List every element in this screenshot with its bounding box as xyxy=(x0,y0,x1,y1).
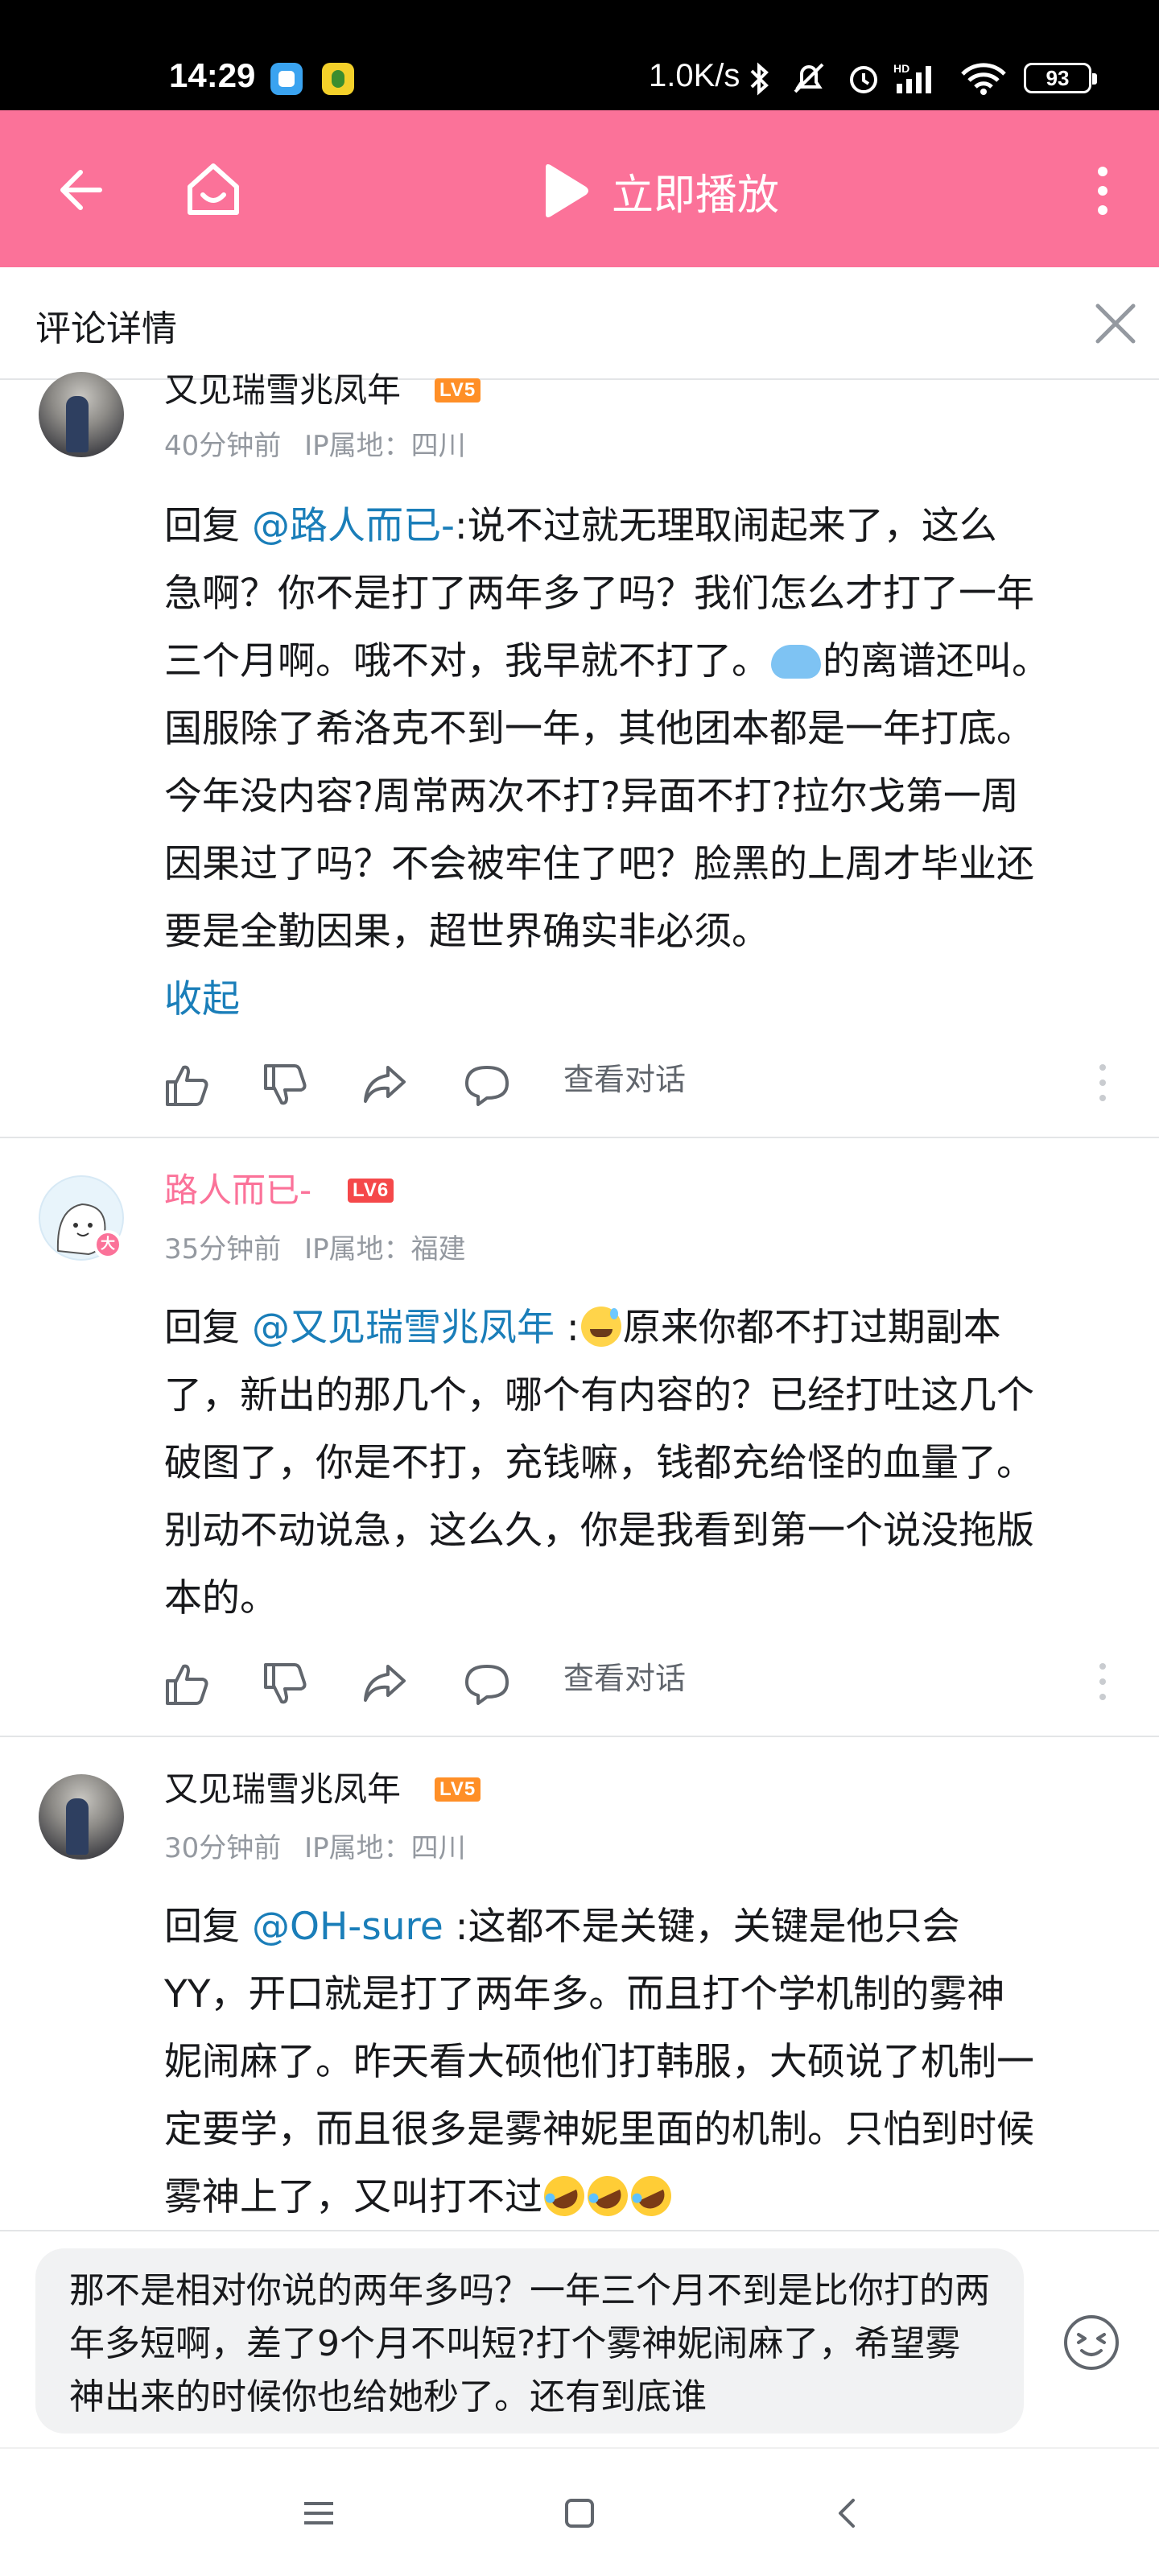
menu-nav-icon[interactable] xyxy=(301,2499,336,2528)
comment-actions: 查看对话 xyxy=(164,1055,1130,1111)
comment-meta: 40分钟前 IP属地：四川 xyxy=(164,428,466,464)
rofl-emoji-icon xyxy=(580,2169,635,2223)
view-conversation-link[interactable]: 查看对话 xyxy=(563,1658,686,1699)
comment-time: 40分钟前 xyxy=(164,430,282,462)
share-icon[interactable] xyxy=(362,1662,407,1707)
comment-line: 妮闹麻了。昨天看大硕他们打韩服，大硕说了机制一 xyxy=(164,2040,1034,2084)
comment-line: 今年没内容?周常两次不打?异面不打?拉尔戈第一周 xyxy=(164,774,1019,819)
comment-line: 定要学，而且很多是雾神妮里面的机制。只怕到时候 xyxy=(164,2107,1034,2152)
reply-prefix: 回复 xyxy=(164,1306,252,1350)
avatar[interactable] xyxy=(39,1774,124,1860)
comment-detail-header: 评论详情 xyxy=(0,267,1159,380)
reply-input-text[interactable]: 那不是相对你说的两年多吗？一年三个月不到是比你打的两年多短啊，差了9个月不叫短?… xyxy=(69,2264,995,2424)
more-options-icon[interactable] xyxy=(1098,1662,1107,1702)
battery-indicator: 93 xyxy=(1024,63,1097,93)
back-nav-icon[interactable] xyxy=(834,2497,858,2529)
comment-line: 国服除了希洛克不到一年，其他团本都是一年打底。 xyxy=(164,707,1034,751)
comment-line: 别动不动说急，这么久，你是我看到第一个说没拖版 xyxy=(164,1509,1034,1553)
mention-link[interactable]: @OH-sure xyxy=(252,1905,443,1949)
thumb-down-icon[interactable] xyxy=(262,1662,307,1707)
comment-time: 30分钟前 xyxy=(164,1832,282,1864)
play-now-button[interactable]: 立即播放 xyxy=(539,163,780,220)
view-conversation-link[interactable]: 查看对话 xyxy=(563,1059,686,1100)
status-bar: 14:29 1.0K/s HD 93 xyxy=(0,0,1159,110)
mute-bell-icon xyxy=(794,63,824,93)
username[interactable]: 路人而已- xyxy=(164,1169,311,1212)
reply-prefix: 回复 xyxy=(164,504,252,548)
comment-line: 了，新出的那几个，哪个有内容的？已经打吐这几个 xyxy=(164,1373,1034,1418)
reply-input[interactable]: 那不是相对你说的两年多吗？一年三个月不到是比你打的两年多短啊，差了9个月不叫短?… xyxy=(35,2248,1024,2434)
notification-app-icon-2 xyxy=(322,63,354,95)
comment-line: 因果过了吗？不会被牢住了吧？脸黑的上周才毕业还 xyxy=(164,842,1034,886)
rofl-emoji-icon xyxy=(624,2169,678,2223)
alarm-icon xyxy=(850,66,877,93)
sweat-smile-emoji-icon xyxy=(580,1307,621,1347)
comment-line: :说不过就无理取闹起来了，这么 xyxy=(454,504,997,548)
back-arrow-icon[interactable] xyxy=(53,164,105,216)
home-icon[interactable] xyxy=(184,159,243,219)
emoji-face-icon[interactable] xyxy=(1061,2312,1122,2373)
comment-bubble-icon[interactable] xyxy=(464,1063,510,1108)
cellular-signal-icon: HD xyxy=(893,62,931,93)
level-badge: LV5 xyxy=(435,378,481,402)
reply-prefix: 回复 xyxy=(164,1905,252,1949)
wifi-icon xyxy=(961,63,1006,95)
comment-line: 破图了，你是不打，充钱嘛，钱都充给怪的血量了。 xyxy=(164,1441,1034,1485)
rofl-emoji-icon xyxy=(537,2169,592,2223)
divider xyxy=(0,1137,1159,1138)
comment-line: YY，开口就是打了两年多。而且打个学机制的雾神 xyxy=(164,1972,1005,2017)
bluetooth-icon xyxy=(750,62,769,96)
ip-location: IP属地：四川 xyxy=(304,430,466,462)
share-icon[interactable] xyxy=(362,1063,407,1108)
comment-bubble-icon[interactable] xyxy=(464,1662,510,1707)
comment-line: 的离谱还叫。 xyxy=(823,639,1050,683)
play-icon xyxy=(546,164,588,217)
comment-line: 三个月啊。哦不对，我早就不打了。 xyxy=(164,639,769,683)
more-vertical-icon[interactable] xyxy=(1093,165,1112,217)
comment-actions: 查看对话 xyxy=(164,1653,1130,1710)
comment-line: 急啊？你不是打了两年多了吗？我们怎么才打了一年 xyxy=(164,572,1034,616)
home-nav-icon[interactable] xyxy=(563,2497,596,2529)
network-speed: 1.0K/s xyxy=(649,58,740,93)
comment-time: 35分钟前 xyxy=(164,1233,282,1265)
comment-meta: 30分钟前 IP属地：四川 xyxy=(164,1831,466,1866)
cloud-emoji-icon xyxy=(771,645,821,679)
level-badge: LV5 xyxy=(435,1777,481,1802)
comment-line: 要是全勤因果，超世界确实非必须。 xyxy=(164,910,769,954)
collapse-link[interactable]: 收起 xyxy=(164,976,240,1024)
username[interactable]: 又见瑞雪兆凤年 xyxy=(164,369,401,412)
comment-line: : xyxy=(554,1306,580,1350)
comment-line: 本的。 xyxy=(164,1576,278,1620)
comment-line: 原来你都不打过期副本 xyxy=(622,1306,1001,1350)
comment-text: 回复 @OH-sure :这都不是关键，关键是他只会 YY，开口就是打了两年多。… xyxy=(164,1893,1130,2231)
more-options-icon[interactable] xyxy=(1098,1063,1107,1103)
comment-text: 回复 @路人而已-:说不过就无理取闹起来了，这么 急啊？你不是打了两年多了吗？我… xyxy=(164,493,1130,966)
thumb-up-icon[interactable] xyxy=(164,1662,209,1707)
close-icon[interactable] xyxy=(1093,301,1138,346)
play-now-label: 立即播放 xyxy=(612,171,780,220)
panel-title: 评论详情 xyxy=(35,308,177,349)
thumb-up-icon[interactable] xyxy=(164,1063,209,1108)
ip-location: IP属地：福建 xyxy=(304,1233,466,1265)
mention-link[interactable]: @路人而已- xyxy=(252,504,455,548)
comment-line: :这都不是关键，关键是他只会 xyxy=(443,1905,960,1949)
mention-link[interactable]: @又见瑞雪兆凤年 xyxy=(252,1306,555,1350)
svg-text:HD: HD xyxy=(893,62,909,75)
notification-app-icon xyxy=(270,63,303,95)
username[interactable]: 又见瑞雪兆凤年 xyxy=(164,1768,401,1811)
comment-meta: 35分钟前 IP属地：福建 xyxy=(164,1232,466,1267)
divider xyxy=(0,1736,1159,1737)
verified-badge: 大 xyxy=(93,1230,122,1259)
status-time: 14:29 xyxy=(169,56,256,94)
ip-location: IP属地：四川 xyxy=(304,1832,466,1864)
avatar[interactable] xyxy=(39,372,124,457)
comment-text: 回复 @又见瑞雪兆凤年 : 原来你都不打过期副本 了，新出的那几个，哪个有内容的？… xyxy=(164,1294,1130,1633)
thumb-down-icon[interactable] xyxy=(262,1063,307,1108)
level-badge: LV6 xyxy=(348,1179,394,1203)
comment-line: 雾神上了，又叫打不过 xyxy=(164,2175,542,2219)
